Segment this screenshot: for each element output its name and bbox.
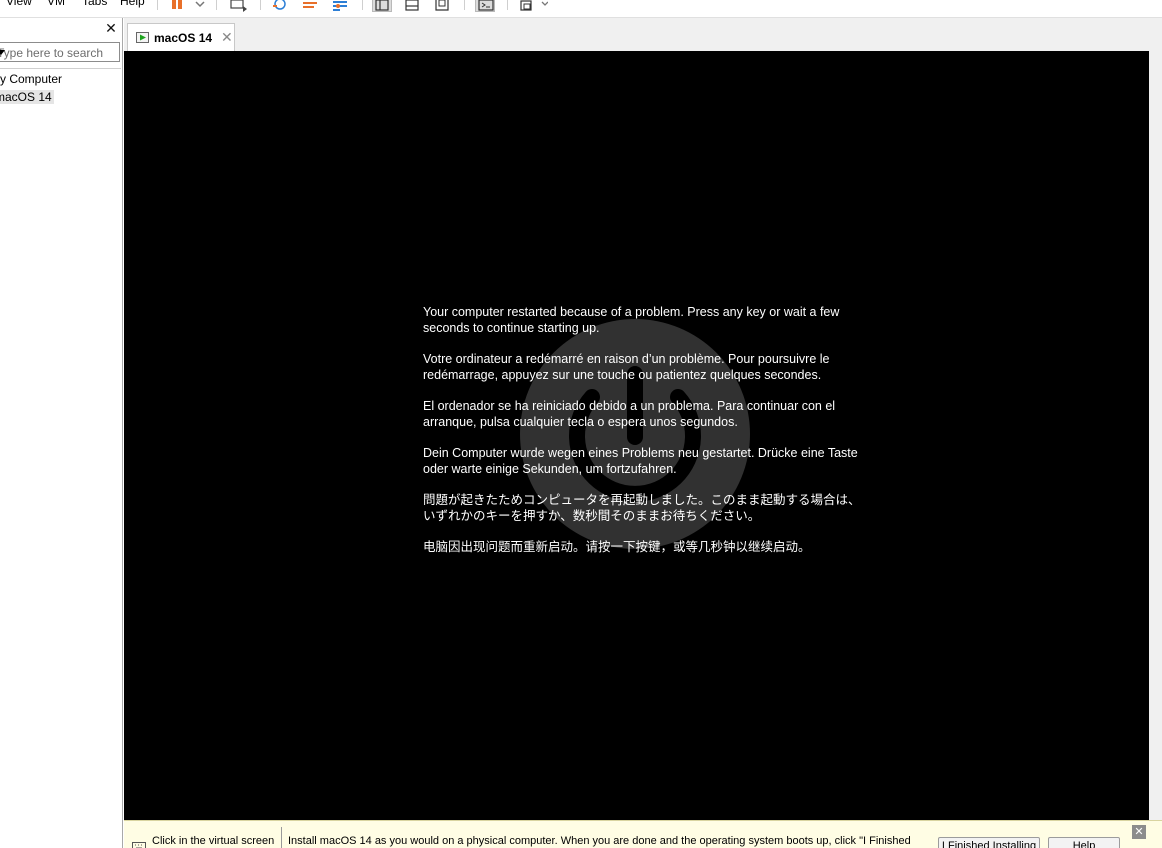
tab-macos-14[interactable]: macOS 14 ✕ <box>127 23 235 51</box>
window-right-edge <box>1149 51 1162 821</box>
library-tree: My Computer macOS 14 <box>0 68 121 848</box>
vm-running-icon <box>136 32 150 47</box>
tab-label: macOS 14 <box>154 31 213 45</box>
vmware-window: View VM Tabs Help ✕ Type here to search … <box>0 0 1162 848</box>
dropdown-icon[interactable] <box>190 0 210 12</box>
menu-toolbar: View VM Tabs Help <box>0 0 1162 18</box>
toolbar-separator <box>362 0 363 10</box>
click-hint-text: Click in the virtual screen <box>152 835 275 847</box>
vm-console-screen[interactable]: Your computer restarted because of a pro… <box>124 51 1149 820</box>
menu-vm[interactable]: VM <box>47 0 65 8</box>
chevron-down-icon[interactable] <box>0 50 5 55</box>
panic-text-japanese: 問題が起きたためコンピュータを再起動しました。このまま起動する場合は、いずれかの… <box>423 493 861 523</box>
toolbar-separator <box>157 0 158 10</box>
toolbar-separator <box>216 0 217 10</box>
panic-text-german: Dein Computer wurde wegen eines Problems… <box>423 446 858 476</box>
install-hint-bar: Click in the virtual screen Install macO… <box>124 820 1162 848</box>
revert-snapshot-icon[interactable] <box>300 0 320 12</box>
tree-item-macos-14[interactable]: macOS 14 <box>0 90 54 104</box>
close-icon[interactable]: ✕ <box>221 29 233 46</box>
snapshot-icon[interactable] <box>270 0 290 12</box>
kernel-panic-message: Your computer restarted because of a pro… <box>423 304 863 570</box>
library-close-button[interactable]: ✕ <box>104 20 118 36</box>
panic-text-spanish: El ordenador se ha reiniciado debido a u… <box>423 399 836 429</box>
menu-help[interactable]: Help <box>120 0 145 8</box>
library-panel: ✕ Type here to search My Computer macOS … <box>0 18 123 848</box>
show-library-icon[interactable] <box>372 0 392 12</box>
pause-icon[interactable] <box>168 0 188 12</box>
toolbar-separator <box>260 0 261 10</box>
help-button[interactable]: Help <box>1048 837 1120 848</box>
snapshot-manager-icon[interactable] <box>330 0 350 12</box>
full-screen-icon[interactable] <box>432 0 452 12</box>
thumbnail-bar-icon[interactable] <box>402 0 422 12</box>
i-finished-installing-button[interactable]: I Finished Installing <box>938 837 1040 848</box>
close-icon[interactable]: ✕ <box>1132 825 1146 839</box>
unity-icon[interactable] <box>518 0 548 12</box>
keyboard-icon <box>132 840 146 848</box>
tree-item-my-computer[interactable]: My Computer <box>0 72 64 86</box>
library-search-input[interactable]: Type here to search <box>0 42 120 62</box>
menu-tabs[interactable]: Tabs <box>82 0 107 8</box>
menu-view[interactable]: View <box>6 0 32 8</box>
tab-strip: macOS 14 ✕ <box>124 18 1162 51</box>
console-view-icon[interactable] <box>475 0 495 12</box>
panic-text-french: Votre ordinateur a redémarré en raison d… <box>423 352 830 382</box>
toolbar-separator <box>507 0 508 10</box>
library-search-placeholder: Type here to search <box>0 46 104 60</box>
hint-separator <box>281 827 282 848</box>
install-instructions-text: Install macOS 14 as you would on a physi… <box>288 835 911 847</box>
toolbar-separator <box>464 0 465 10</box>
send-ctrl-alt-del-icon[interactable] <box>228 0 248 12</box>
panic-text-chinese: 电脑因出现问题而重新启动。请按一下按键，或等几秒钟以继续启动。 <box>423 540 811 554</box>
panic-text-english: Your computer restarted because of a pro… <box>423 305 840 335</box>
